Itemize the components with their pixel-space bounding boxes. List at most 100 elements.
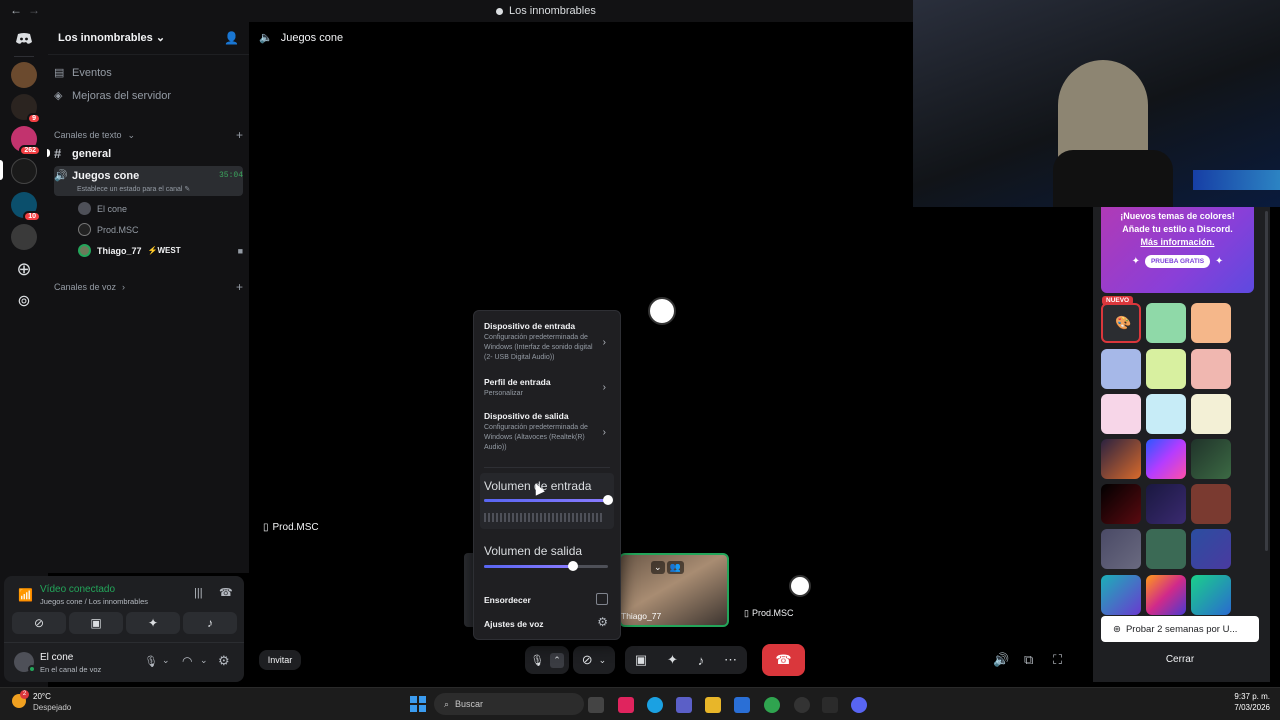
free-trial-button[interactable]: PRUEBA GRATIS (1144, 255, 1211, 268)
file-explorer-icon[interactable] (705, 697, 721, 713)
discover-icon[interactable]: ⊚ (11, 288, 37, 314)
events-item[interactable]: ▤ Eventos (54, 66, 243, 80)
theme-swatch[interactable]: 🎨 (1101, 303, 1141, 343)
theme-swatch[interactable] (1191, 394, 1231, 434)
voice-status-row[interactable]: Establece un estado para el canal ✎ (77, 185, 190, 193)
headphones-icon[interactable]: ◠ (182, 654, 192, 668)
voice-member[interactable]: El cone (78, 202, 243, 215)
microphone-icon[interactable]: 🎙 (144, 655, 158, 668)
chevron-down-icon[interactable]: ⌄ (599, 655, 607, 666)
soundboard-button[interactable]: ♪ (183, 612, 237, 634)
screen-share-button[interactable]: ▣ (69, 612, 123, 634)
trial-button[interactable]: ⊛ Probar 2 semanas por U... (1101, 616, 1259, 642)
theme-swatch[interactable] (1191, 439, 1231, 479)
theme-swatch[interactable] (1101, 529, 1141, 569)
participant-avatar[interactable] (648, 297, 676, 325)
add-channel-icon[interactable]: + (236, 128, 243, 142)
add-member-icon[interactable]: 👤 (224, 31, 239, 45)
text-category[interactable]: Canales de texto ⌄ + (54, 128, 243, 142)
camera-button[interactable]: ⊘ ⌄ (573, 646, 615, 674)
forward-button[interactable]: → (28, 3, 40, 17)
theme-swatch[interactable] (1191, 484, 1231, 524)
server-icon[interactable] (11, 62, 37, 88)
discord-taskbar-icon[interactable] (851, 697, 867, 713)
theme-swatch[interactable] (1101, 439, 1141, 479)
teams-icon[interactable] (676, 697, 692, 713)
server-name-header[interactable]: Los innombrables ⌄ (58, 31, 165, 44)
output-device-item[interactable]: Dispositivo de salida Configuración pred… (484, 411, 610, 453)
edge-icon[interactable] (647, 697, 663, 713)
output-volume-slider[interactable] (484, 561, 608, 571)
scrollbar[interactable] (1265, 211, 1268, 551)
input-volume-slider[interactable] (484, 495, 613, 505)
video-tile-thiago[interactable]: ⌄ 👥 Thiago_77 (619, 553, 729, 627)
close-button[interactable]: Cerrar (1101, 654, 1259, 665)
theme-swatch[interactable] (1101, 484, 1141, 524)
fullscreen-icon[interactable]: ⛶ (1053, 652, 1062, 668)
screen-share-icon[interactable]: ▣ (635, 652, 647, 668)
deafen-checkbox[interactable] (596, 593, 608, 605)
activities-icon[interactable]: ✦ (667, 652, 678, 668)
task-view-icon[interactable] (588, 697, 604, 713)
disconnect-icon[interactable]: ☎ (219, 586, 233, 599)
search-box[interactable]: ⌕ Buscar (434, 693, 584, 715)
windows-start-icon[interactable] (410, 696, 426, 712)
back-button[interactable]: ← (10, 3, 22, 17)
theme-swatch[interactable] (1101, 575, 1141, 615)
voice-settings-label[interactable]: Ajustes de voz (484, 619, 610, 629)
chevron-down-icon[interactable]: ⌄ (651, 561, 665, 574)
temperature[interactable]: 20°C (33, 692, 51, 701)
chevron-down-icon[interactable]: ⌄ (162, 655, 170, 666)
volume-icon[interactable]: 🔊 (993, 652, 1009, 668)
voice-category[interactable]: Canales de voz › + (54, 280, 243, 294)
channel-general[interactable]: # general (54, 146, 243, 161)
theme-swatch[interactable] (1101, 349, 1141, 389)
input-profile-item[interactable]: Perfil de entrada Personalizar › (484, 377, 610, 399)
boosts-item[interactable]: ◈ Mejoras del servidor (54, 89, 243, 103)
chevron-down-icon[interactable]: ⌄ (200, 655, 208, 666)
popout-icon[interactable]: ⧉ (1024, 652, 1033, 668)
app-icon[interactable] (822, 697, 838, 713)
server-icon[interactable]: 262 (11, 126, 41, 156)
chevron-up-icon[interactable]: ⌃ (550, 652, 564, 668)
clock-date[interactable]: 7/03/2026 (1234, 703, 1270, 712)
add-server-icon[interactable]: ⊕ (11, 256, 37, 282)
voice-channel-row[interactable]: 🔊 Juegos cone 35:04 (54, 169, 243, 183)
settings-gear-icon[interactable]: ⚙ (218, 653, 230, 669)
soundboard-icon[interactable]: ♪ (698, 653, 705, 668)
theme-swatch[interactable] (1146, 575, 1186, 615)
theme-swatch[interactable] (1146, 529, 1186, 569)
theme-swatch[interactable] (1146, 439, 1186, 479)
more-options-icon[interactable]: ⋯ (724, 652, 737, 668)
voice-connected-status[interactable]: Vídeo conectado (40, 584, 115, 595)
weather-text[interactable]: Despejado (33, 703, 71, 712)
promo-link[interactable]: Más información. (1101, 237, 1254, 247)
camera-off-button[interactable]: ⊘ (12, 612, 66, 634)
theme-swatch[interactable] (1101, 394, 1141, 434)
theme-swatch[interactable] (1191, 303, 1231, 343)
add-channel-icon[interactable]: + (236, 280, 243, 294)
voice-location[interactable]: Juegos cone / Los innombrables (40, 597, 148, 606)
theme-swatch[interactable] (1146, 484, 1186, 524)
theme-swatch[interactable] (1191, 349, 1231, 389)
settings-gear-icon[interactable]: ⚙ (597, 615, 608, 629)
store-icon[interactable] (734, 697, 750, 713)
participant-avatar[interactable] (789, 575, 811, 597)
theme-swatch[interactable] (1191, 575, 1231, 615)
clock-time[interactable]: 9:37 p. m. (1234, 692, 1270, 701)
output-volume-knob[interactable] (568, 561, 579, 571)
discord-home-icon[interactable] (11, 26, 37, 52)
server-icon[interactable] (11, 224, 37, 250)
voice-member[interactable]: Thiago_77 ⚡WEST ■ (78, 244, 243, 257)
theme-swatch[interactable] (1146, 394, 1186, 434)
microphone-button[interactable]: 🎙 ⌃ (525, 646, 569, 674)
server-icon-active[interactable] (11, 158, 37, 184)
chrome-icon[interactable] (764, 697, 780, 713)
obs-icon[interactable] (794, 697, 810, 713)
server-icon[interactable]: 10 (11, 192, 41, 222)
theme-swatch[interactable] (1146, 349, 1186, 389)
input-device-item[interactable]: Dispositivo de entrada Configuración pre… (484, 321, 610, 363)
users-icon[interactable]: 👥 (666, 561, 684, 574)
disconnect-button[interactable]: ☎ (762, 644, 805, 676)
server-icon[interactable]: 9 (11, 94, 41, 124)
